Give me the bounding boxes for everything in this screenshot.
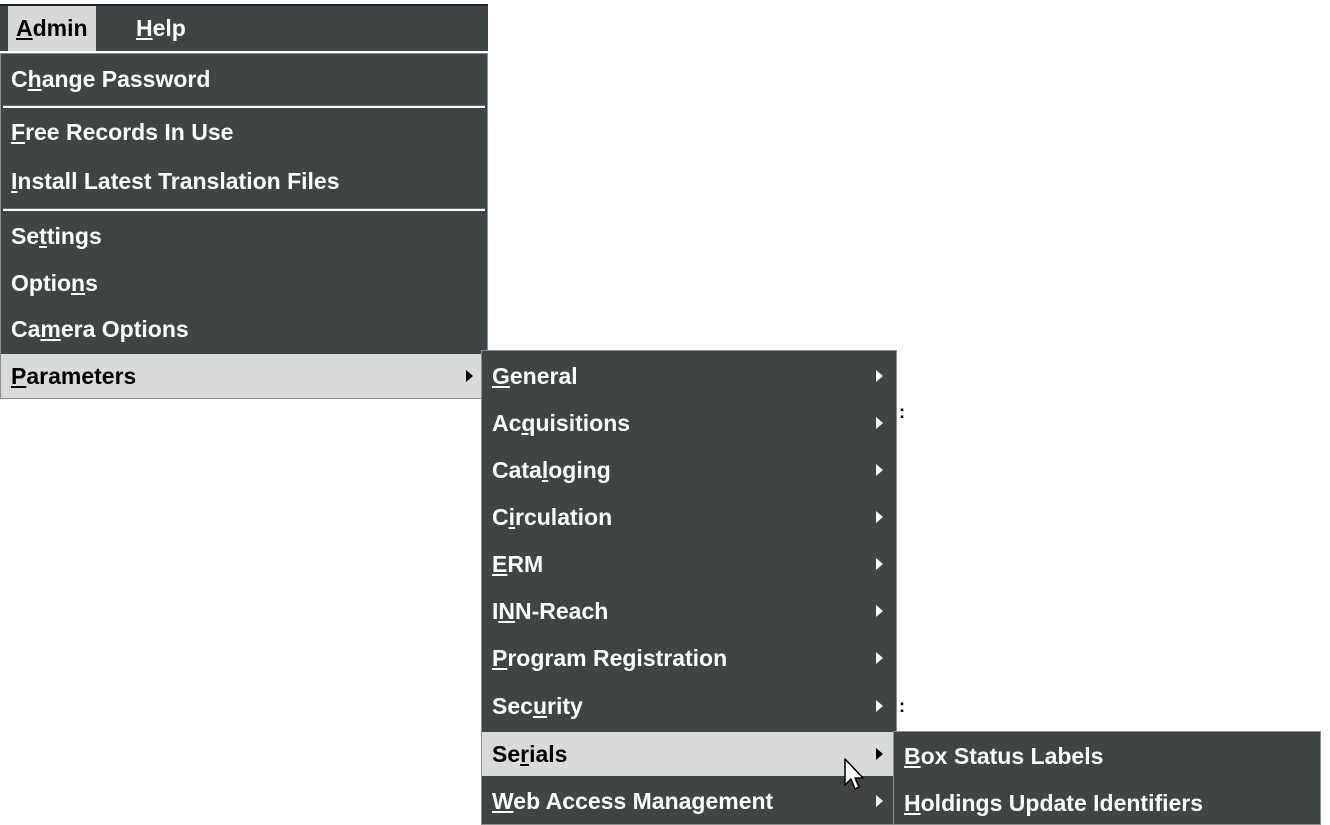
menu-item-security[interactable]: Security — [482, 684, 896, 728]
chevron-right-icon — [876, 605, 883, 617]
chevron-right-icon — [876, 652, 883, 664]
menu-help[interactable]: Help — [128, 6, 194, 51]
chevron-right-icon — [876, 558, 883, 570]
chevron-right-icon — [876, 370, 883, 382]
menu-separator — [3, 208, 485, 211]
background-text-fragment: : — [899, 696, 905, 716]
mouse-pointer-icon — [844, 758, 864, 790]
chevron-right-icon — [876, 511, 883, 523]
menu-item-erm[interactable]: ERM — [482, 542, 896, 586]
parameters-submenu: General Acquisitions Cataloging Circulat… — [481, 350, 897, 825]
menu-bar: Admin Help — [0, 4, 488, 51]
menu-item-inn-reach[interactable]: INN-Reach — [482, 589, 896, 633]
menu-item-program-registration[interactable]: Program Registration — [482, 636, 896, 680]
menu-item-box-status-labels[interactable]: Box Status Labels — [894, 734, 1320, 778]
serials-submenu: Box Status Labels Holdings Update Identi… — [893, 731, 1321, 825]
menu-item-web-access-management[interactable]: Web Access Management — [482, 779, 896, 823]
menu-item-free-records[interactable]: Free Records In Use — [1, 110, 487, 154]
chevron-right-icon — [876, 700, 883, 712]
chevron-right-icon — [466, 370, 473, 382]
menu-item-serials[interactable]: Serials — [482, 732, 896, 776]
menu-item-general[interactable]: General — [482, 354, 896, 398]
chevron-right-icon — [876, 417, 883, 429]
menu-item-camera-options[interactable]: Camera Options — [1, 307, 487, 351]
menu-item-cataloging[interactable]: Cataloging — [482, 448, 896, 492]
menu-item-holdings-update-identifiers[interactable]: Holdings Update Identifiers — [894, 781, 1320, 825]
background-text-fragment: : — [899, 402, 905, 422]
menu-item-install-translation[interactable]: Install Latest Translation Files — [1, 159, 487, 203]
menu-item-settings[interactable]: Settings — [1, 214, 487, 258]
menu-item-change-password[interactable]: Change Password — [1, 57, 487, 101]
menu-item-circulation[interactable]: Circulation — [482, 495, 896, 539]
chevron-right-icon — [876, 795, 883, 807]
chevron-right-icon — [876, 748, 883, 760]
menu-admin[interactable]: Admin — [8, 6, 96, 51]
chevron-right-icon — [876, 464, 883, 476]
menu-item-acquisitions[interactable]: Acquisitions — [482, 401, 896, 445]
menu-item-parameters[interactable]: Parameters — [1, 354, 487, 398]
menu-item-options[interactable]: Options — [1, 261, 487, 305]
admin-menu: Change Password Free Records In Use Inst… — [0, 53, 488, 399]
menu-separator — [3, 105, 485, 108]
